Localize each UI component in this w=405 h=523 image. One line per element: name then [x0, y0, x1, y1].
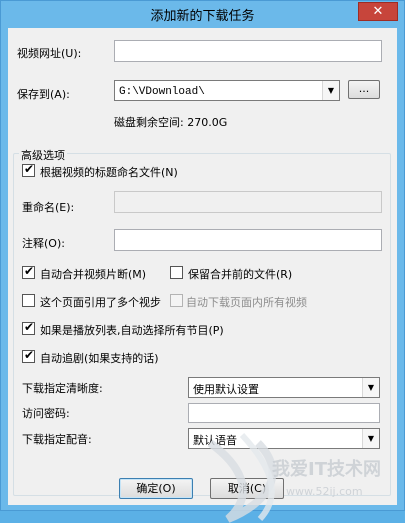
keep-before-merge-label[interactable]: 保留合并前的文件(R): [188, 266, 292, 282]
advanced-options-legend: 高级选项: [19, 147, 67, 163]
name-by-title-checkbox[interactable]: ✔: [22, 162, 35, 177]
multi-video-label[interactable]: 这个页面引用了多个视步: [40, 294, 161, 310]
download-all-label[interactable]: 自动下载页面内所有视频: [186, 294, 307, 310]
rename-input[interactable]: [114, 191, 382, 213]
auto-merge-label[interactable]: 自动合并视频片断(M): [40, 266, 146, 282]
browse-button[interactable]: ...: [348, 80, 380, 99]
ok-button[interactable]: 确定(O): [119, 478, 193, 499]
close-icon: ✕: [372, 4, 384, 19]
watermark-logo: 我爱IT技术网 www.52ij.com: [207, 432, 381, 523]
check-icon: ✔: [24, 320, 35, 334]
url-label: 视频网址(U):: [17, 47, 82, 60]
check-icon: ✔: [24, 348, 35, 362]
watermark-url: www.52ij.com: [286, 485, 363, 498]
note-input[interactable]: [114, 229, 382, 251]
dialog-window: 添加新的下载任务 ✕ 视频网址(U): 保存到(A): G:\VDownload…: [0, 0, 405, 523]
dialog-body: 视频网址(U): 保存到(A): G:\VDownload\ ▼ ... 磁盘剩…: [8, 28, 397, 523]
playlist-all-label[interactable]: 如果是播放列表,自动选择所有节目(P): [40, 322, 224, 338]
check-icon: ✔: [24, 162, 35, 176]
title-bar[interactable]: 添加新的下载任务 ✕: [1, 1, 404, 27]
watermark-text: 我爱IT技术网: [272, 458, 381, 480]
check-icon: ✔: [24, 264, 35, 278]
chevron-down-icon: ▼: [362, 378, 379, 397]
quality-label: 下载指定清晰度:: [22, 382, 103, 395]
download-all-checkbox[interactable]: [170, 294, 183, 307]
disk-space-text: 磁盘剩余空间: 270.0G: [114, 116, 228, 129]
password-label: 访问密码:: [22, 407, 70, 420]
save-to-label: 保存到(A):: [17, 88, 70, 101]
keep-before-merge-checkbox[interactable]: [170, 266, 183, 279]
name-by-title-label[interactable]: 根据视频的标题命名文件(N): [40, 164, 178, 180]
playlist-all-checkbox[interactable]: ✔: [22, 320, 35, 335]
dub-label: 下载指定配音:: [22, 433, 92, 446]
save-path-select[interactable]: G:\VDownload\ ▼: [114, 80, 340, 101]
auto-follow-checkbox[interactable]: ✔: [22, 348, 35, 363]
auto-follow-label[interactable]: 自动追剧(如果支持的话): [40, 350, 159, 366]
quality-value: 使用默认设置: [193, 383, 259, 396]
chevron-down-icon: ▼: [322, 81, 339, 100]
quality-select[interactable]: 使用默认设置 ▼: [188, 377, 380, 398]
close-button[interactable]: ✕: [358, 2, 398, 21]
save-path-value: G:\VDownload\: [119, 86, 205, 98]
multi-video-checkbox[interactable]: [22, 294, 35, 307]
note-label: 注释(O):: [22, 237, 65, 250]
password-input[interactable]: [188, 403, 380, 423]
url-input[interactable]: [114, 40, 382, 62]
window-title: 添加新的下载任务: [150, 9, 255, 24]
auto-merge-checkbox[interactable]: ✔: [22, 264, 35, 279]
rename-label: 重命名(E):: [22, 201, 75, 214]
